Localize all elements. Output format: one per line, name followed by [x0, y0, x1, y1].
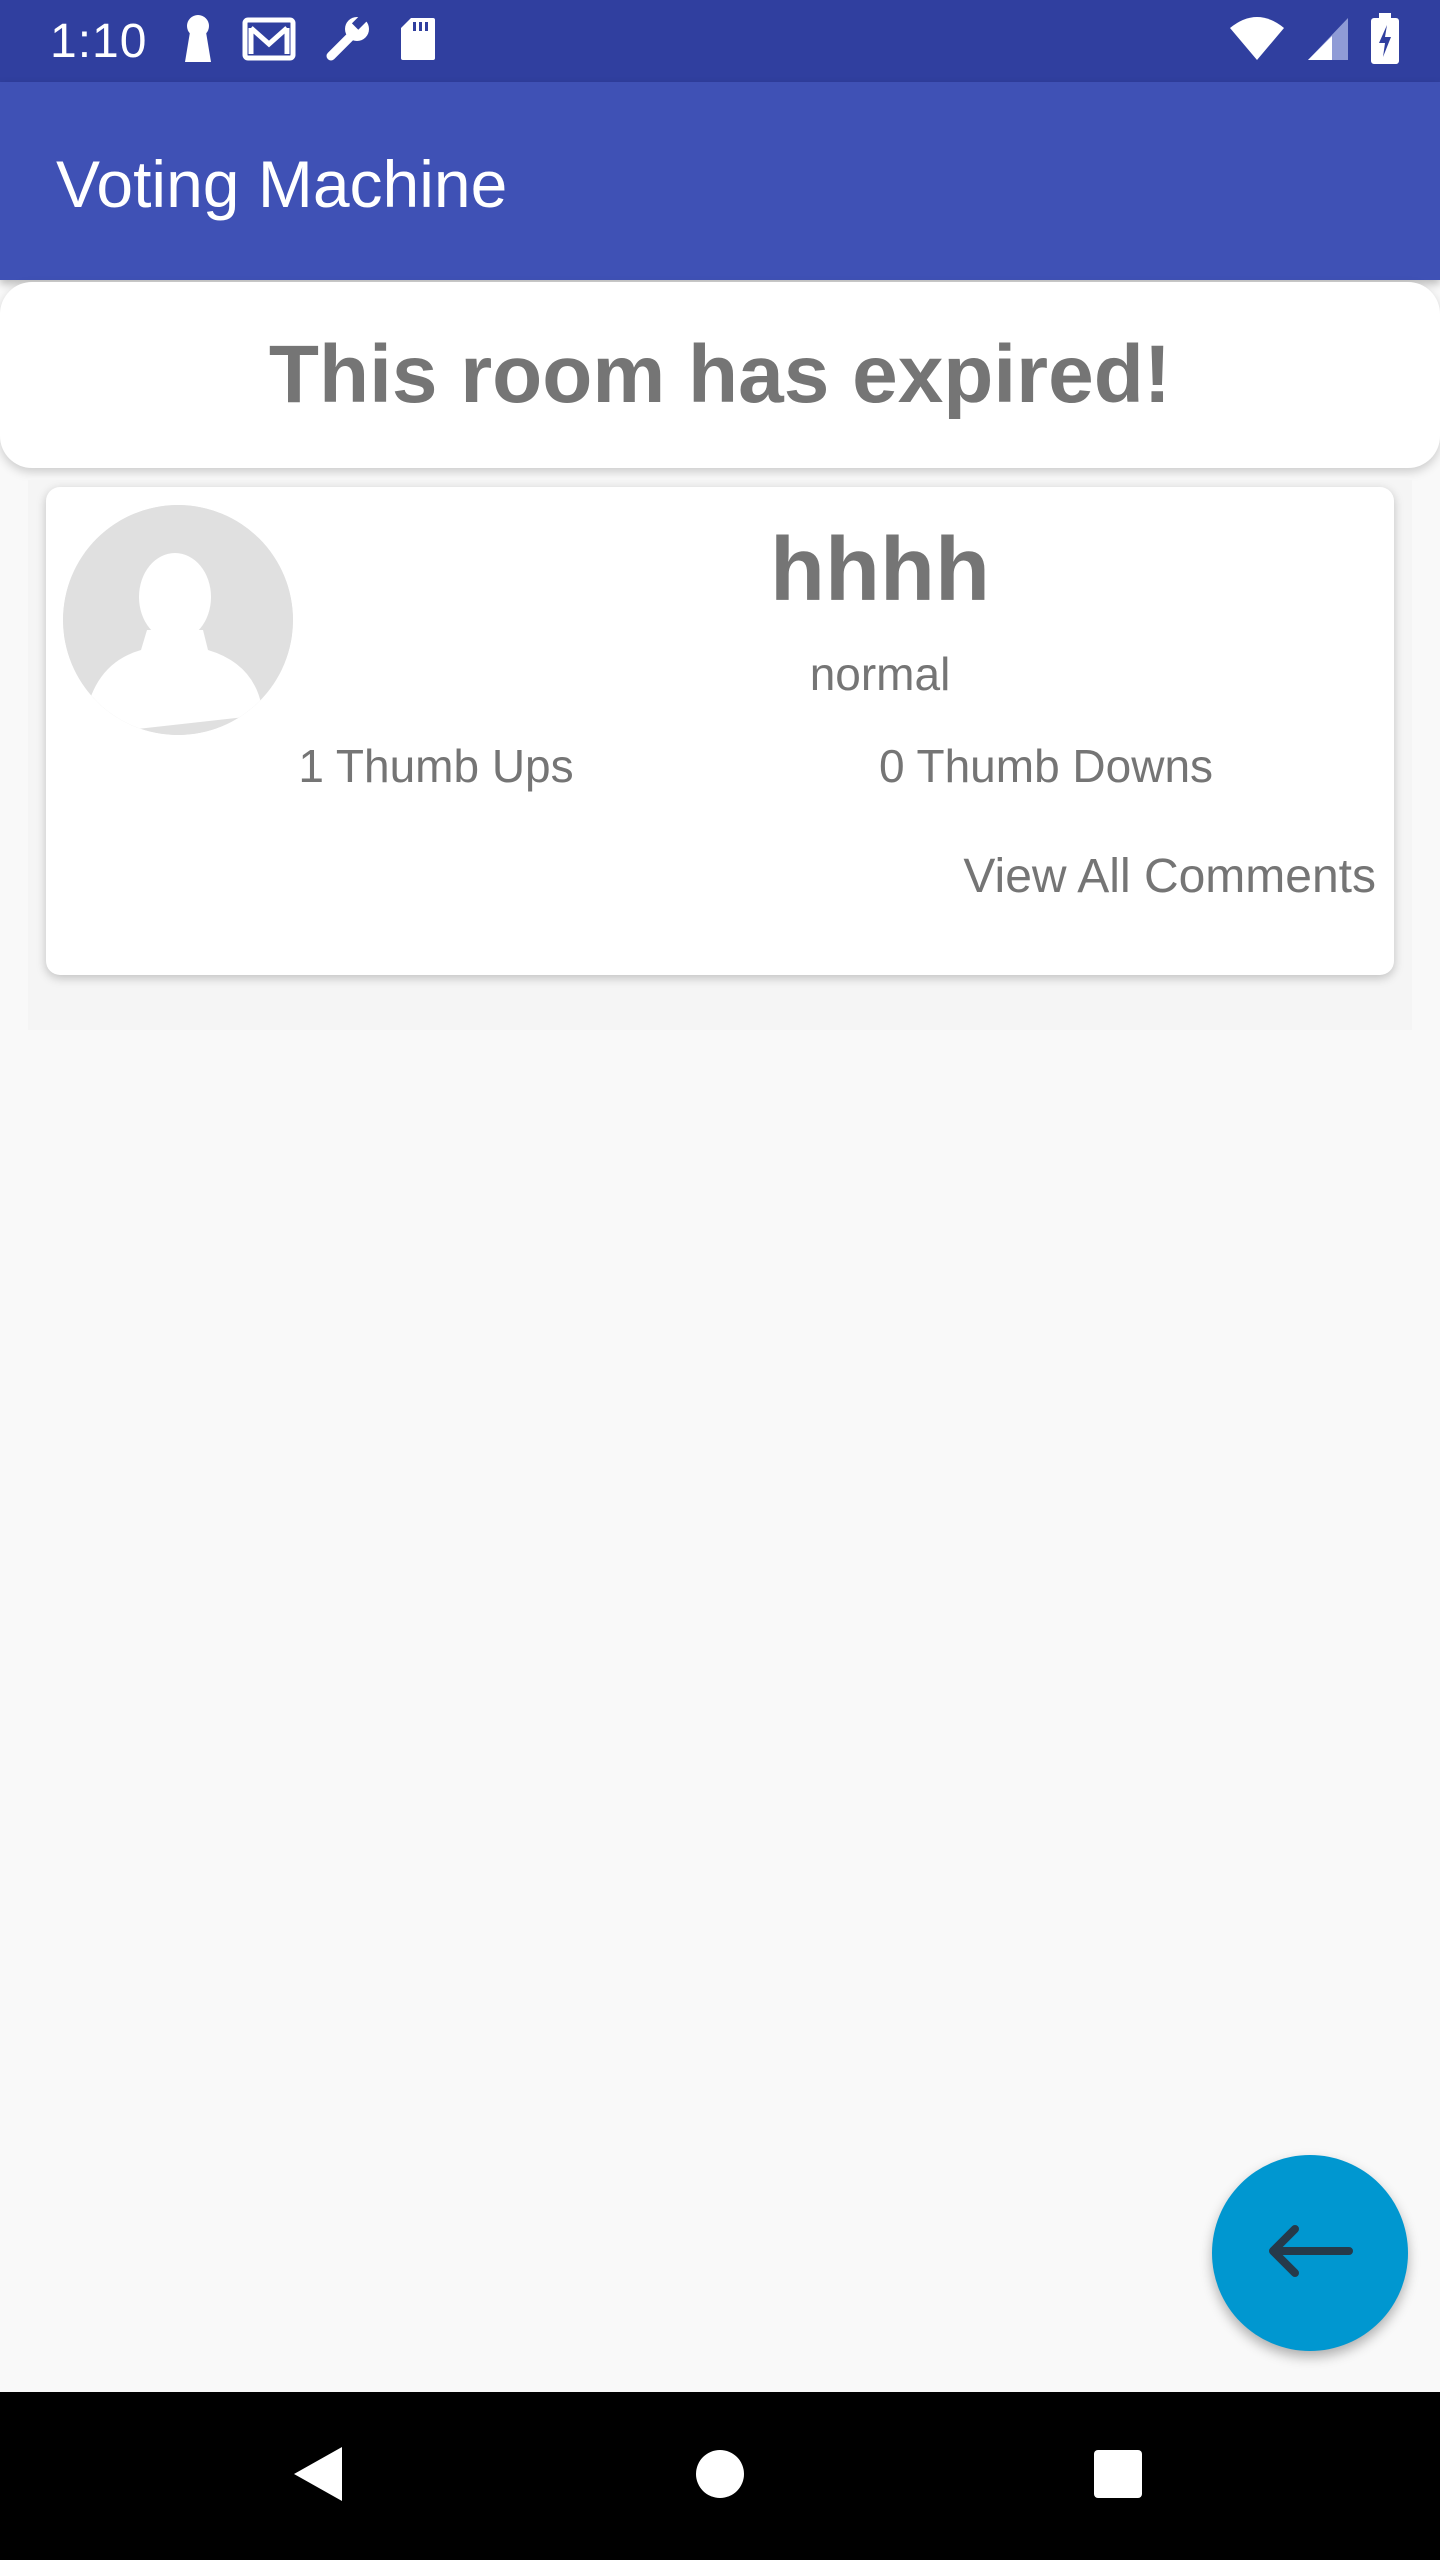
candidate-name: hhhh [770, 520, 990, 620]
signal-icon [1306, 16, 1350, 67]
view-all-comments-link[interactable]: View All Comments [963, 849, 1376, 904]
home-circle-icon [694, 2448, 746, 2505]
wifi-icon [1228, 16, 1286, 67]
candidate-card[interactable]: hhhh normal 1 Thumb Ups 0 Thumb Downs Vi… [46, 487, 1394, 975]
notification-icons [181, 14, 437, 69]
keyhole-icon [181, 14, 215, 69]
thumb-downs-count[interactable]: 0 Thumb Downs [836, 739, 1256, 793]
sd-card-icon [399, 16, 437, 67]
nav-home-button[interactable] [640, 2392, 800, 2560]
status-bar: 1:10 [0, 0, 1440, 82]
thumb-ups-count[interactable]: 1 Thumb Ups [246, 739, 626, 793]
app-bar: Voting Machine [0, 82, 1440, 280]
nav-back-button[interactable] [238, 2392, 398, 2560]
battery-charging-icon [1370, 12, 1400, 70]
gmail-icon [241, 16, 297, 67]
back-fab[interactable] [1212, 2155, 1408, 2351]
arrow-left-icon [1265, 2221, 1355, 2286]
nav-recents-button[interactable] [1038, 2392, 1198, 2560]
candidate-type: normal [809, 648, 951, 700]
status-time: 1:10 [50, 14, 148, 68]
expired-message: This room has expired! [268, 329, 1172, 420]
status-left-group: 1:10 [50, 14, 437, 69]
recents-square-icon [1092, 2448, 1144, 2505]
app-title: Voting Machine [56, 147, 508, 221]
wrench-icon [323, 14, 373, 69]
status-right-group [1228, 12, 1400, 70]
back-triangle-icon [290, 2443, 346, 2510]
system-nav-bar [0, 2392, 1440, 2560]
expired-banner: This room has expired! [0, 282, 1440, 468]
